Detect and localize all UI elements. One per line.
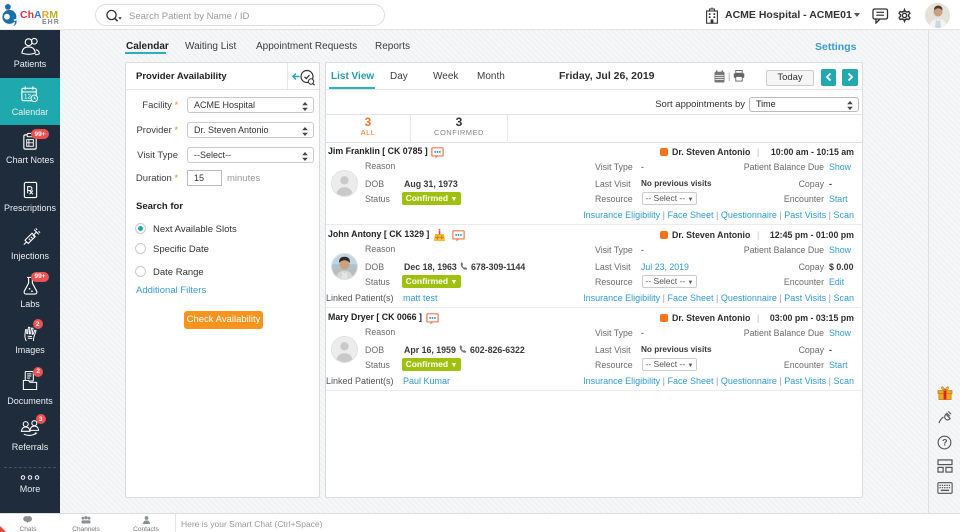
svg-text:12: 12 xyxy=(24,93,31,100)
svg-text:?: ? xyxy=(942,438,947,448)
